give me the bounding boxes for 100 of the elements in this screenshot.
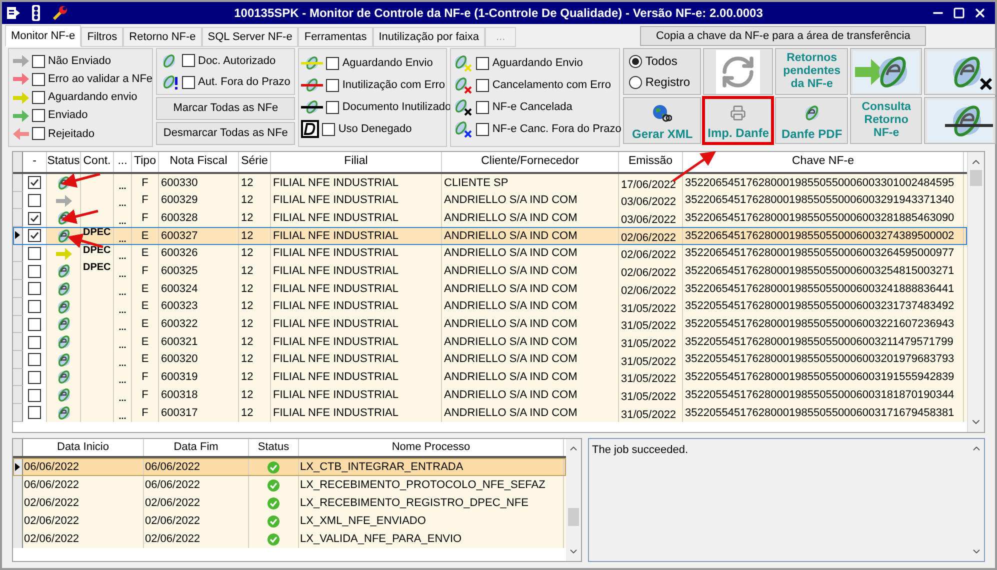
table-row[interactable]: 02/06/2022 02/06/2022 LX_RECEBIMENTO_REGISTRO_DPEC_NFE	[13, 494, 566, 512]
row-header[interactable]	[13, 227, 23, 245]
checkbox[interactable]	[32, 54, 45, 68]
checkbox[interactable]	[28, 300, 41, 314]
more-button[interactable]: ...	[118, 392, 126, 404]
column-header[interactable]: ...	[114, 152, 132, 172]
select-button[interactable]: Desmarcar Todas as NFe	[156, 122, 296, 145]
maximize-icon[interactable]	[953, 7, 965, 19]
checkbox[interactable]	[28, 318, 41, 331]
tab[interactable]: Filtros	[81, 27, 124, 47]
more-button[interactable]: ...	[118, 198, 126, 210]
cancel-nfe-button[interactable]	[924, 48, 996, 95]
close-icon[interactable]	[973, 6, 987, 20]
table-row[interactable]: ... F 600328 12 FILIAL NFE INDUSTRIAL ANDRIELLO S/A IND COM 03/06/2022 35220654517628000198550550006003281885463090	[13, 209, 967, 228]
table-row[interactable]: DPEC ... F 600325 12 FILIAL NFE INDUSTRIAL ANDRIELLO S/A IND COM 02/06/2022 35220654517628000198550550006003254815003271	[13, 262, 967, 280]
more-button[interactable]: ...	[118, 216, 126, 228]
checkbox[interactable]	[32, 127, 45, 140]
more-button[interactable]: ...	[118, 286, 126, 298]
column-header[interactable]: -	[23, 152, 47, 172]
column-header[interactable]: Data Inicio	[23, 439, 144, 456]
copy-key-button[interactable]: Copia a chave da NF-e para a área de transferência	[640, 26, 926, 46]
column-header[interactable]: Filial	[271, 152, 442, 172]
checkbox[interactable]	[28, 176, 41, 190]
wrench-icon[interactable]	[52, 5, 68, 21]
column-header[interactable]: Status	[47, 152, 81, 172]
table-row[interactable]: ... E 600321 12 FILIAL NFE INDUSTRIAL ANDRIELLO S/A IND COM 31/05/2022 35220554517628000198550550006003211479571799	[13, 333, 967, 351]
log-box[interactable]: The job succeeded.	[588, 438, 985, 562]
more-button[interactable]: ...	[118, 375, 126, 386]
void-nfe-button[interactable]	[924, 97, 996, 144]
checkbox[interactable]	[28, 247, 41, 260]
checkbox[interactable]	[28, 212, 41, 225]
checkbox[interactable]	[28, 229, 41, 242]
checkbox[interactable]	[28, 264, 41, 278]
column-header[interactable]: Cont.	[81, 152, 114, 172]
more-button[interactable]: ...	[118, 340, 126, 351]
checkbox[interactable]	[326, 100, 340, 114]
table-row[interactable]: ... E 600324 12 FILIAL NFE INDUSTRIAL ANDRIELLO S/A IND COM 02/06/2022 35220654517628000198550550006003241888836441	[13, 280, 967, 298]
scrollbar[interactable]	[967, 152, 984, 432]
checkbox[interactable]	[32, 109, 45, 122]
checkbox[interactable]	[182, 54, 195, 68]
scrollbar[interactable]	[566, 439, 581, 561]
column-header[interactable]: Status	[249, 439, 299, 456]
checkbox[interactable]	[476, 56, 490, 70]
checkbox[interactable]	[326, 56, 340, 70]
checkbox[interactable]	[476, 100, 490, 114]
more-button[interactable]: ...	[118, 322, 126, 334]
checkbox[interactable]	[28, 370, 41, 384]
row-header[interactable]	[13, 458, 23, 476]
column-header[interactable]: Nome Processo	[299, 439, 564, 456]
table-row[interactable]: ... F 600330 12 FILIAL NFE INDUSTRIAL CLIENTE SP 17/06/2022 35220654517628000198550550006003301002484595	[13, 174, 967, 192]
table-row[interactable]: ... F 600318 12 FILIAL NFE INDUSTRIAL ANDRIELLO S/A IND COM 31/05/2022 35220554517628000198550550006003181870190344	[13, 386, 967, 404]
more-button[interactable]: ...	[118, 269, 126, 280]
more-button[interactable]: ...	[118, 251, 126, 262]
table-row[interactable]: 02/06/2022 02/06/2022 LX_XML_NFE_ENVIADO	[13, 512, 566, 530]
tab[interactable]: Monitor NF-e	[5, 25, 82, 47]
column-header[interactable]: Nota Fiscal	[159, 152, 239, 172]
scroll-thumb[interactable]	[970, 170, 982, 186]
checkbox[interactable]	[32, 72, 45, 86]
tab[interactable]: Retorno NF-e	[123, 27, 202, 47]
column-header[interactable]: Série	[239, 152, 271, 172]
checkbox[interactable]	[28, 406, 41, 420]
radio-button[interactable]	[629, 54, 642, 68]
table-row[interactable]: ... E 600323 12 FILIAL NFE INDUSTRIAL ANDRIELLO S/A IND COM 31/05/2022 35220554517628000198550550006003231737483492	[13, 298, 967, 316]
checkbox[interactable]	[28, 388, 41, 402]
column-header[interactable]: Tipo	[132, 152, 159, 172]
more-button[interactable]: ...	[118, 358, 126, 369]
table-row[interactable]: ... E 600322 12 FILIAL NFE INDUSTRIAL ANDRIELLO S/A IND COM 31/05/2022 35220554517628000198550550006003221607236943	[13, 316, 967, 334]
table-row[interactable]: ... F 600317 12 FILIAL NFE INDUSTRIAL ANDRIELLO S/A IND COM 31/05/2022 35220554517628000198550550006003171679458381	[13, 404, 967, 422]
checkbox[interactable]	[28, 282, 41, 296]
more-button[interactable]: ...	[118, 304, 126, 316]
more-button[interactable]: ...	[118, 410, 126, 422]
table-row[interactable]: ... F 600329 12 FILIAL NFE INDUSTRIAL ANDRIELLO S/A IND COM 03/06/2022 35220654517628000198550550006003291943371340	[13, 192, 967, 210]
tab[interactable]: SQL Server NF-e	[202, 27, 298, 47]
column-header[interactable]: Data Fim	[144, 439, 249, 456]
tab[interactable]: Inutilização por faixa	[372, 27, 485, 47]
send-nfe-button[interactable]	[850, 48, 922, 95]
column-header[interactable]: Emissão	[619, 152, 683, 172]
checkbox[interactable]	[476, 78, 490, 92]
table-row[interactable]: ... E 600320 12 FILIAL NFE INDUSTRIAL ANDRIELLO S/A IND COM 31/05/2022 35220554517628000198550550006003201979683793	[13, 350, 967, 369]
checkbox[interactable]	[322, 122, 336, 136]
menu-icon[interactable]	[6, 6, 20, 20]
column-header[interactable]: Chave NF-e	[683, 152, 964, 172]
checkbox[interactable]	[182, 76, 195, 89]
table-row[interactable]: 06/06/2022 06/06/2022 LX_CTB_INTEGRAR_ENTRADA	[13, 458, 566, 476]
table-row[interactable]: ... F 600319 12 FILIAL NFE INDUSTRIAL ANDRIELLO S/A IND COM 31/05/2022 35220554517628000198550550006003191555942839	[13, 368, 967, 386]
traffic-light-icon[interactable]	[30, 5, 42, 21]
checkbox[interactable]	[28, 194, 41, 208]
table-row[interactable]: DPEC ... E 600327 12 FILIAL NFE INDUSTRIAL ANDRIELLO S/A IND COM 02/06/2022 35220654517628000198550550006003274389500002	[13, 227, 967, 245]
table-row[interactable]: 06/06/2022 06/06/2022 LX_RECEBIMENTO_PROTOCOLO_NFE_SEFAZ	[13, 476, 566, 494]
column-header[interactable]: Cliente/Fornecedor	[442, 152, 619, 172]
tab[interactable]: Ferramentas	[298, 27, 373, 47]
select-button[interactable]: Marcar Todas as NFe	[156, 97, 296, 120]
checkbox[interactable]	[476, 122, 490, 136]
checkbox[interactable]	[326, 78, 340, 92]
checkbox[interactable]	[28, 336, 41, 349]
checkbox[interactable]	[28, 353, 41, 366]
radio-button[interactable]	[629, 76, 642, 88]
more-button[interactable]: ...	[118, 180, 126, 192]
refresh-button[interactable]	[703, 48, 774, 95]
table-row[interactable]: 02/06/2022 02/06/2022 LX_VALIDA_NFE_PARA_ENVIO	[13, 530, 566, 548]
